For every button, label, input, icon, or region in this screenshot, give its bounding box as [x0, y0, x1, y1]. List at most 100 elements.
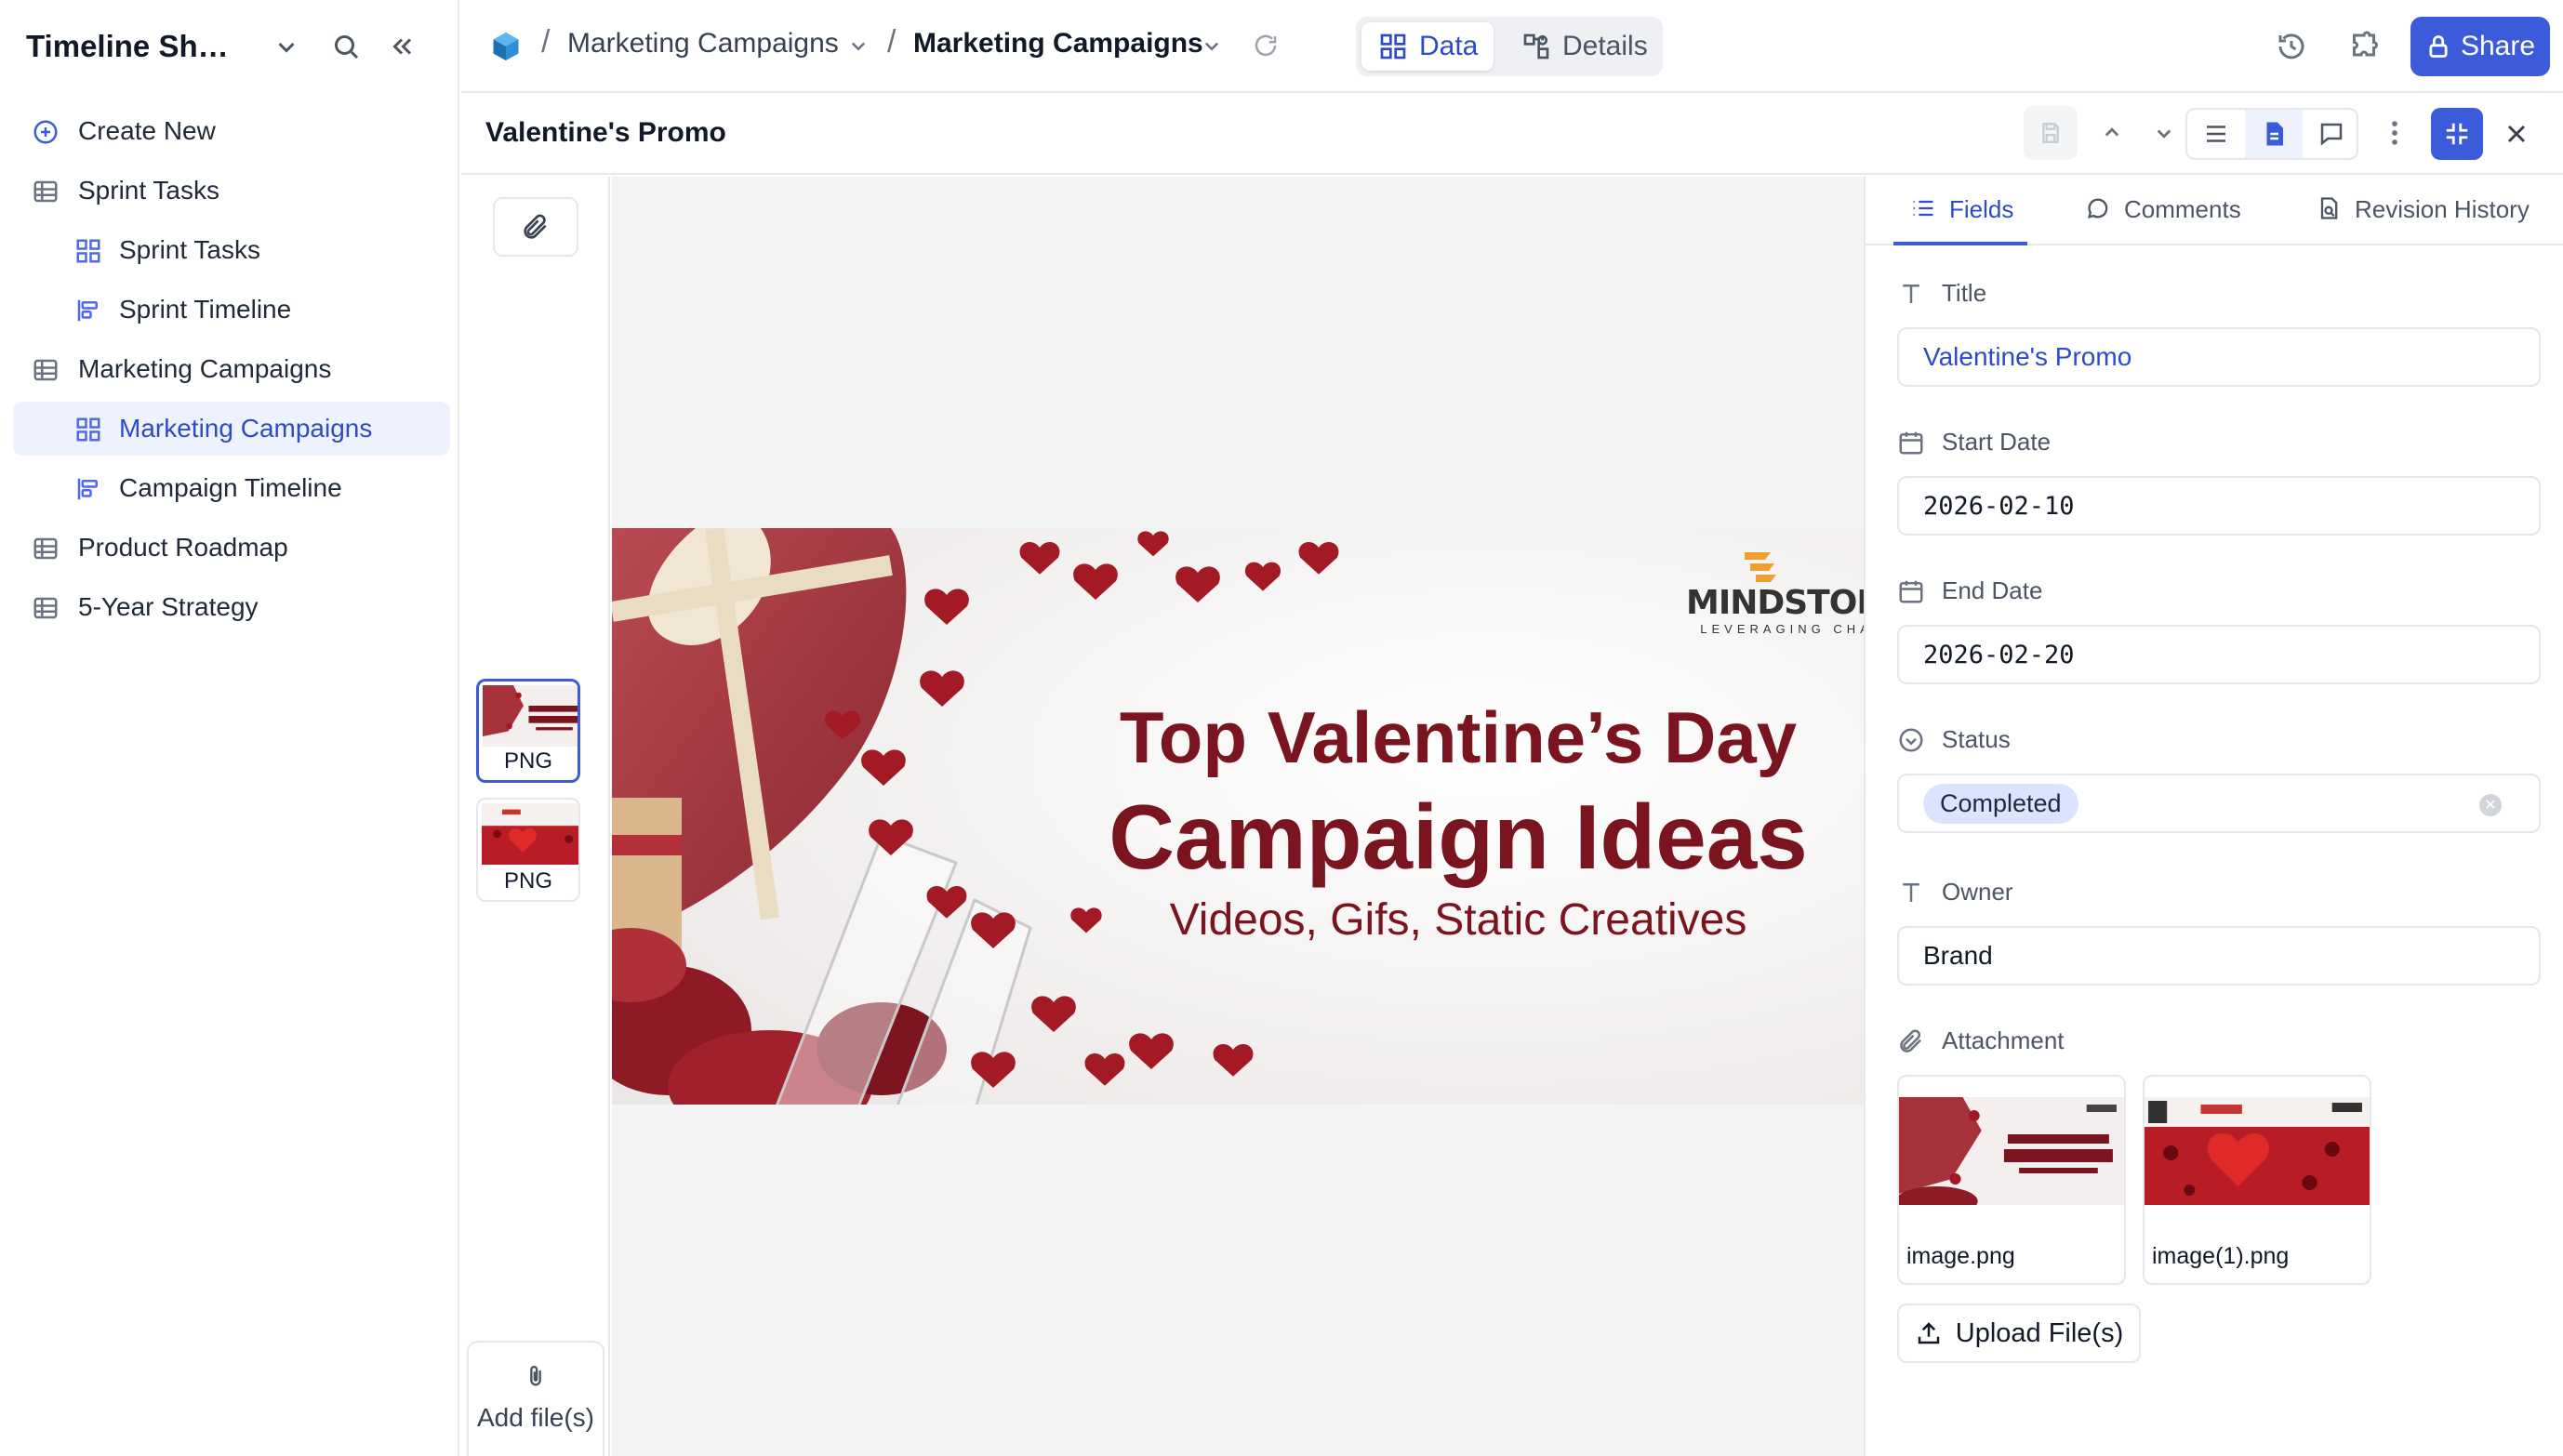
breadcrumb-separator: /	[541, 24, 551, 60]
minimize-icon	[2446, 123, 2468, 145]
more-vertical-icon[interactable]	[2379, 117, 2410, 149]
tab-fields[interactable]: Fields	[1893, 195, 2027, 245]
sidebar-nav: Create New Sprint Tasks Sprint Tasks Spr…	[13, 104, 450, 640]
chevron-down-icon[interactable]	[1198, 32, 1226, 60]
chevron-down-icon[interactable]	[270, 30, 303, 63]
logo-tagline: LEVERAGING CHAOS	[1700, 622, 1864, 636]
close-icon[interactable]	[2502, 119, 2531, 149]
upload-icon	[1918, 1322, 1939, 1344]
chevron-up-icon[interactable]	[2098, 119, 2126, 147]
end-date-input[interactable]: 2026-02-20	[1897, 625, 2541, 684]
sidebar-item-label: Sprint Timeline	[119, 295, 292, 324]
refresh-icon[interactable]	[1252, 32, 1280, 60]
tab-comments[interactable]: Comments	[2085, 195, 2241, 245]
paperclip-icon	[524, 214, 547, 239]
tab-details-label: Details	[1562, 31, 1648, 61]
title-input[interactable]: Valentine's Promo	[1897, 327, 2541, 387]
tab-revision-history-label: Revision History	[2355, 195, 2530, 223]
status-badge: Completed	[1923, 783, 2078, 824]
tab-data[interactable]: Data	[1361, 22, 1494, 71]
sidebar-item-label: Marketing Campaigns	[78, 354, 332, 383]
table-icon	[33, 359, 58, 381]
sidebar-item-label: Product Roadmap	[78, 533, 288, 562]
status-select[interactable]: Completed ✕	[1897, 774, 2541, 833]
calendar-icon	[1899, 580, 1923, 602]
share-label: Share	[2460, 31, 2536, 61]
sidebar-item-campaign-timeline[interactable]: Campaign Timeline	[13, 461, 450, 515]
label-text: End Date	[1942, 576, 2043, 604]
breadcrumb-table[interactable]: Marketing Campaigns	[567, 28, 839, 60]
list-icon	[2207, 126, 2225, 142]
label-text: Title	[1942, 279, 1987, 307]
tab-revision-history[interactable]: Revision History	[2316, 195, 2530, 245]
table-icon	[33, 597, 58, 619]
sidebar-item-sprint-timeline[interactable]: Sprint Timeline	[13, 283, 450, 337]
sidebar-item-sprint-tasks-view[interactable]: Sprint Tasks	[13, 223, 450, 277]
attachment-card[interactable]: image(1).png	[2143, 1075, 2371, 1285]
chevron-down-icon[interactable]	[2150, 119, 2178, 147]
extension-puzzle-icon[interactable]	[2347, 30, 2381, 63]
label-text: Start Date	[1942, 428, 2052, 456]
paperclip-icon	[530, 1365, 541, 1386]
attachment-filename: image(1).png	[2152, 1243, 2290, 1269]
start-date-input[interactable]: 2026-02-10	[1897, 476, 2541, 536]
list-layout-button[interactable]	[2187, 110, 2245, 158]
timeline-view-icon	[77, 478, 98, 500]
add-files-label: Add file(s)	[476, 1403, 595, 1432]
clear-icon[interactable]: ✕	[2479, 794, 2502, 816]
workspace-title[interactable]: Timeline Sho...	[26, 29, 240, 64]
table-icon	[33, 180, 58, 203]
sidebar-item-marketing-campaigns-table[interactable]: Marketing Campaigns	[13, 342, 450, 396]
share-button[interactable]: Share	[2410, 17, 2550, 76]
paperclip-icon	[1900, 1028, 1921, 1052]
collapse-sidebar-icon[interactable]	[385, 30, 418, 63]
valentine-sale-thumbnail	[2145, 1097, 2370, 1205]
sidebar-item-product-roadmap[interactable]: Product Roadmap	[13, 521, 450, 575]
top-bar: / Marketing Campaigns / Marketing Campai…	[461, 0, 2563, 93]
history-icon[interactable]	[2275, 30, 2308, 63]
sidebar-item-label: Campaign Timeline	[119, 473, 342, 502]
attach-button[interactable]	[493, 197, 578, 257]
label-text: Owner	[1942, 878, 2013, 906]
upload-files-button[interactable]: Upload File(s)	[1897, 1304, 2141, 1363]
attachment-strip: PNG PNG Add file(s)	[461, 177, 610, 1456]
layout-toggle	[2185, 108, 2358, 160]
sidebar-item-5-year-strategy[interactable]: 5-Year Strategy	[13, 580, 450, 634]
valentine-thumbnail	[483, 685, 578, 747]
comments-layout-button[interactable]	[2303, 110, 2360, 158]
attachment-thumb[interactable]: PNG	[476, 679, 580, 783]
record-title: Valentine's Promo	[485, 117, 726, 148]
owner-input[interactable]: Brand	[1897, 926, 2541, 986]
banner-headline-2: Campaign Ideas	[1109, 786, 1808, 888]
save-button[interactable]	[2024, 106, 2078, 160]
sidebar-header: Timeline Sho...	[26, 22, 439, 71]
sidebar-item-sprint-tasks-table[interactable]: Sprint Tasks	[13, 164, 450, 218]
breadcrumb-separator: /	[887, 24, 896, 60]
breadcrumb-view[interactable]: Marketing Campaigns	[913, 28, 1203, 60]
add-files-button[interactable]: Add file(s)	[467, 1341, 604, 1456]
attachment-card[interactable]: image.png	[1897, 1075, 2126, 1285]
document-layout-button[interactable]	[2245, 110, 2303, 158]
grid-view-icon	[76, 417, 100, 442]
minimize-button[interactable]	[2431, 108, 2483, 160]
end-date-field-label: End Date	[1897, 576, 2042, 605]
attachment-thumb[interactable]: PNG	[476, 798, 580, 902]
text-type-icon	[1903, 882, 1919, 902]
base-cube-icon[interactable]	[489, 30, 523, 63]
status-field-label: Status	[1897, 725, 2011, 754]
sidebar-item-marketing-campaigns-view[interactable]: Marketing Campaigns	[13, 402, 450, 456]
timeline-view-icon	[77, 299, 98, 322]
valentine-sale-thumbnail	[482, 803, 578, 865]
tab-data-label: Data	[1419, 31, 1479, 61]
create-new-button[interactable]: Create New	[13, 104, 450, 158]
tab-details[interactable]: Details	[1505, 22, 1657, 71]
record-detail-panel: Fields Comments Revision History Title V…	[1864, 177, 2563, 1456]
chevron-down-icon[interactable]	[844, 32, 872, 60]
search-icon[interactable]	[329, 30, 363, 63]
calendar-icon	[1899, 431, 1923, 454]
valentine-banner-image: MINDSTORM LEVERAGING CHAOS Top Valentine…	[612, 528, 1864, 1105]
label-text: Status	[1942, 725, 2011, 753]
schema-icon	[1523, 33, 1549, 60]
thumb-type-label: PNG	[503, 748, 552, 774]
valentine-thumbnail	[1899, 1097, 2124, 1205]
